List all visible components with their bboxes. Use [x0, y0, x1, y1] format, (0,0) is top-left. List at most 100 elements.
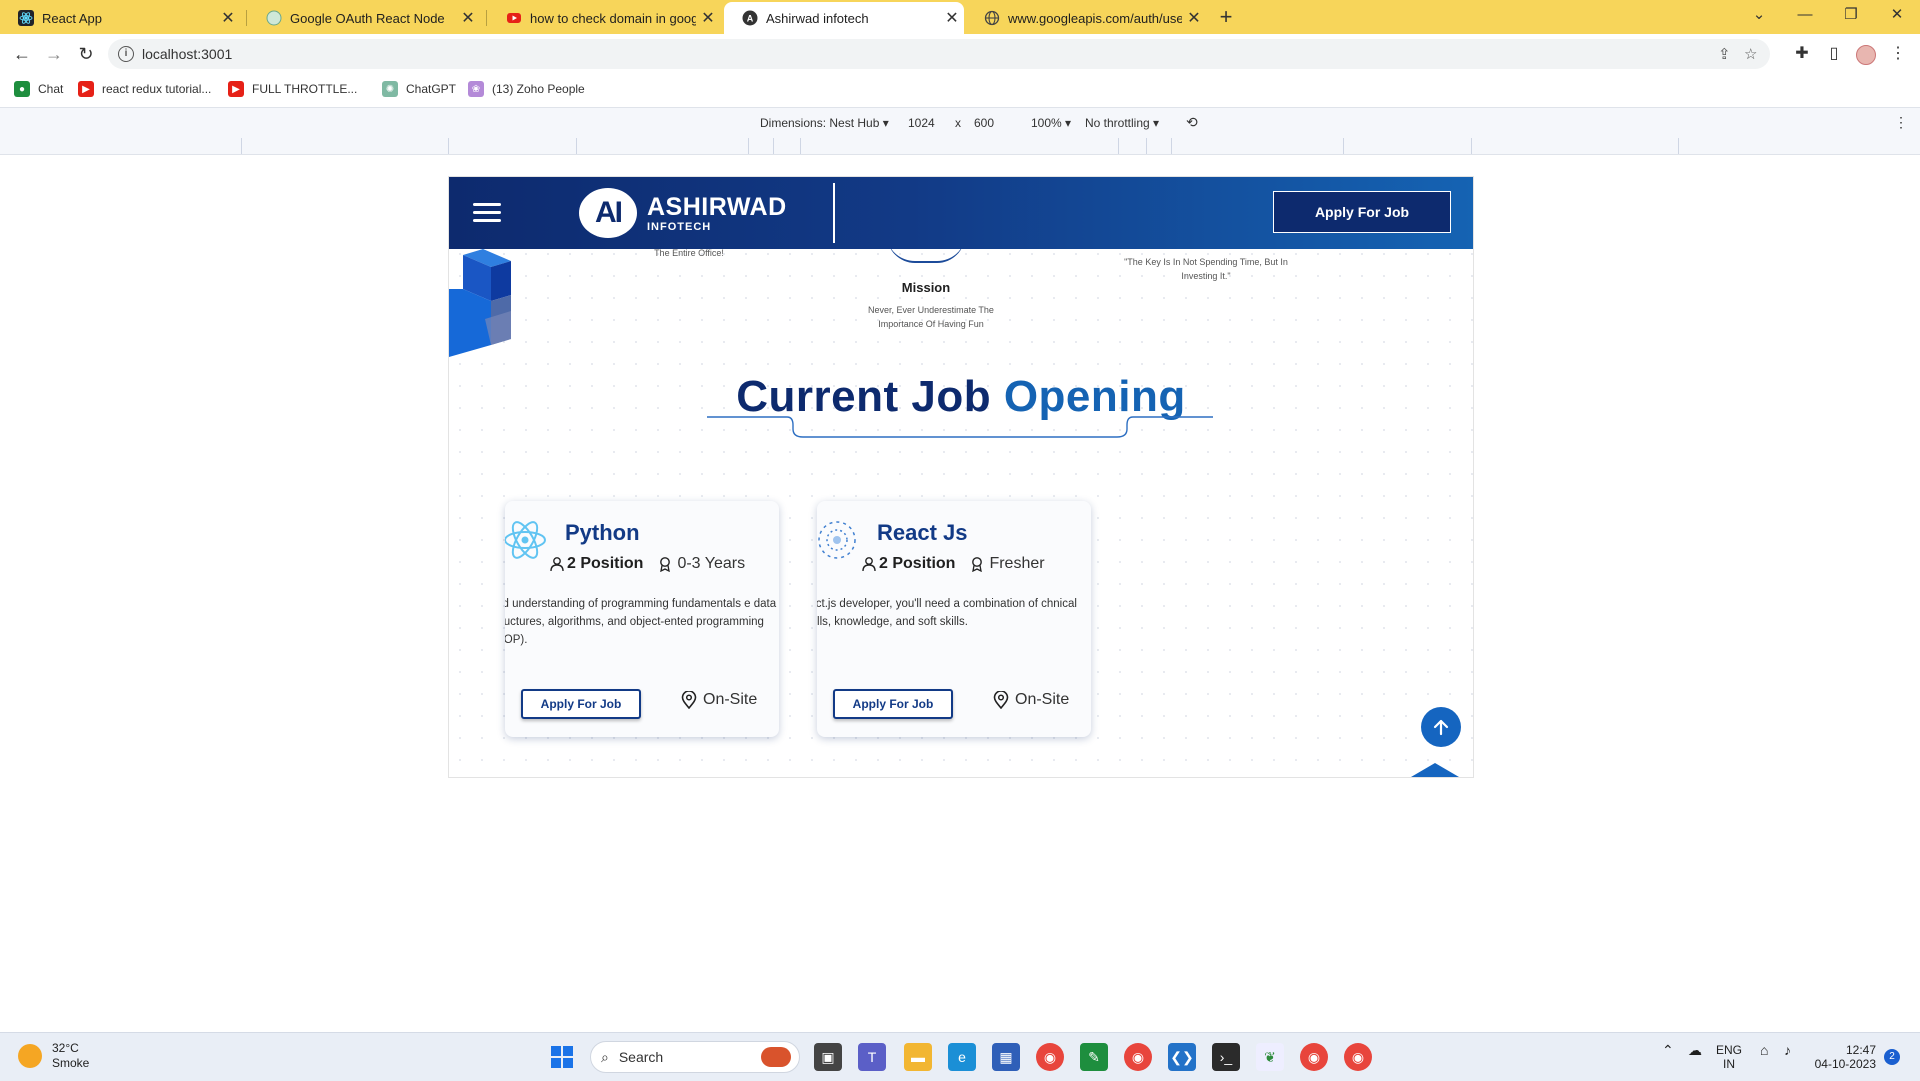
times-sign: x [955, 116, 961, 130]
media-query-ruler[interactable] [0, 138, 1920, 155]
language-indicator[interactable]: ENG IN [1716, 1043, 1742, 1071]
forward-button[interactable]: → [42, 42, 66, 66]
windows-start-icon[interactable] [548, 1043, 576, 1071]
close-tab-icon[interactable]: ✕ [696, 8, 720, 28]
side-panel-icon[interactable]: ▯ [1822, 42, 1846, 66]
minimize-button[interactable]: — [1782, 0, 1828, 30]
menu-kebab-icon[interactable]: ⋮ [1886, 42, 1910, 66]
clock-time: 12:47 [1845, 1043, 1876, 1057]
scroll-to-top-button[interactable] [1421, 707, 1461, 747]
address-bar[interactable]: i localhost:3001 ⇪ ☆ [108, 39, 1770, 69]
edge-icon[interactable]: e [948, 1043, 976, 1071]
vscode-icon[interactable]: ❮❯ [1168, 1043, 1196, 1071]
tray-overflow-icon[interactable]: ⌃ [1662, 1043, 1674, 1057]
throttling-select[interactable]: No throttling ▾ [1085, 116, 1159, 130]
clock[interactable]: 12:47 04-10-2023 [1812, 1043, 1876, 1071]
chrome-profile-icon[interactable]: ◉ [1124, 1043, 1152, 1071]
reload-button[interactable]: ↻ [74, 42, 98, 66]
tab-strip: React App ✕ Google OAuth React Node ✕ ho… [0, 0, 1920, 34]
teams-icon[interactable]: T [858, 1043, 886, 1071]
weather-widget[interactable]: 32°C Smoke [18, 1041, 89, 1071]
youtube-icon [506, 10, 522, 26]
terminal-icon[interactable]: ›_ [1212, 1043, 1240, 1071]
device-toolbar: Dimensions: Nest Hub ▾ 1024 x 600 100% ▾… [0, 107, 1920, 139]
store-icon[interactable]: ▦ [992, 1043, 1020, 1071]
bookmark-full-throttle[interactable]: ▶ FULL THROTTLE... [228, 81, 357, 97]
tab-title: React App [42, 10, 102, 26]
back-button[interactable]: ← [10, 42, 34, 66]
task-view-icon[interactable]: ▣ [814, 1043, 842, 1071]
tab-search-icon[interactable]: ⌄ [1736, 0, 1782, 30]
job-positions: 2 Position [879, 555, 956, 572]
tab-youtube-domain[interactable]: how to check domain in google ✕ [488, 2, 720, 34]
bookmark-label: FULL THROTTLE... [252, 82, 358, 96]
job-title: React Js [877, 520, 968, 545]
header-apply-button[interactable]: Apply For Job [1273, 191, 1451, 233]
job-location-text: On-Site [1015, 691, 1070, 708]
job-location-text: On-Site [703, 691, 758, 708]
decorative-triangle [1411, 763, 1459, 777]
chat-app-icon[interactable]: ✎ [1080, 1043, 1108, 1071]
close-tab-icon[interactable]: ✕ [456, 8, 480, 28]
device-menu-kebab-icon[interactable]: ⋮ [1894, 114, 1908, 131]
site-info-icon[interactable]: i [118, 46, 134, 62]
bookmark-label: (13) Zoho People [492, 82, 585, 96]
close-window-button[interactable]: ✕ [1874, 0, 1920, 30]
extensions-icon[interactable]: ✚ [1790, 42, 1814, 66]
tab-ashirwad-infotech[interactable]: A Ashirwad infotech ✕ [724, 2, 964, 34]
file-explorer-icon[interactable]: ▬ [904, 1043, 932, 1071]
browser-toolbar: ← → ↻ i localhost:3001 ⇪ ☆ ✚ ▯ ⋮ [0, 34, 1920, 74]
bookmark-chatgpt[interactable]: ✺ ChatGPT [382, 81, 456, 97]
hamburger-menu-icon[interactable] [473, 203, 501, 223]
bookmark-chat[interactable]: ● Chat [14, 81, 63, 97]
region-code: IN [1723, 1057, 1735, 1071]
zoom-select[interactable]: 100% ▾ [1031, 116, 1071, 130]
tab-google-oauth[interactable]: Google OAuth React Node ✕ [248, 2, 480, 34]
bookmark-react-redux[interactable]: ▶ react redux tutorial... [78, 81, 211, 97]
taskbar-search[interactable]: ⌕ Search [590, 1041, 800, 1073]
restore-button[interactable]: ❐ [1828, 0, 1874, 30]
site-logo[interactable]: AI ASHIRWAD INFOTECH [579, 183, 787, 243]
share-icon[interactable]: ⇪ [1718, 45, 1731, 63]
device-dimensions-select[interactable]: Dimensions: Nest Hub ▾ [760, 116, 889, 130]
close-tab-icon[interactable]: ✕ [216, 8, 240, 28]
device-width-input[interactable]: 1024 [908, 116, 935, 130]
profile-avatar[interactable] [1856, 45, 1876, 65]
bookmark-star-icon[interactable]: ☆ [1744, 45, 1757, 63]
close-tab-icon[interactable]: ✕ [940, 8, 964, 28]
react-atom-icon [505, 521, 546, 559]
logo-mark: AI [579, 188, 637, 238]
volume-icon[interactable]: ♪ [1784, 1043, 1791, 1057]
network-icon[interactable]: ⌂ [1760, 1043, 1768, 1057]
zoho-icon: ❀ [468, 81, 484, 97]
tab-title: how to check domain in google [530, 10, 696, 26]
tab-react-app[interactable]: React App ✕ [0, 2, 240, 34]
url-text: localhost:3001 [142, 46, 233, 62]
mongodb-icon[interactable]: ❦ [1256, 1043, 1284, 1071]
tab-googleapis[interactable]: www.googleapis.com/auth/user ✕ [966, 2, 1206, 34]
award-icon [660, 557, 671, 572]
search-highlight-icon [761, 1047, 791, 1067]
chrome-profile-2-icon[interactable]: ◉ [1300, 1043, 1328, 1071]
arrow-up-icon [1433, 719, 1449, 736]
onedrive-icon[interactable]: ☁ [1688, 1043, 1702, 1057]
notification-badge[interactable]: 2 [1884, 1049, 1900, 1065]
bookmark-label: Chat [38, 82, 64, 96]
rotate-icon[interactable]: ⟲ [1186, 114, 1198, 131]
job-apply-button[interactable]: Apply For Job [833, 689, 953, 719]
device-height-input[interactable]: 600 [974, 116, 994, 130]
chrome-profile-3-icon[interactable]: ◉ [1344, 1043, 1372, 1071]
job-title: Python [565, 520, 640, 545]
zoom-value: 100% [1031, 116, 1062, 130]
taskbar: 32°C Smoke ⌕ Search ▣ T ▬ e ▦ ◉ ✎ ◉ ❮❯ ›… [0, 1032, 1920, 1081]
job-description: eact.js developer, you'll need a combina… [817, 598, 1077, 628]
chatgpt-icon: ✺ [382, 81, 398, 97]
new-tab-button[interactable]: + [1214, 4, 1238, 30]
youtube-icon: ▶ [78, 81, 94, 97]
close-tab-icon[interactable]: ✕ [1182, 8, 1206, 28]
job-apply-button[interactable]: Apply For Job [521, 689, 641, 719]
chrome-icon[interactable]: ◉ [1036, 1043, 1064, 1071]
bookmark-zoho-people[interactable]: ❀ (13) Zoho People [468, 81, 585, 97]
react-icon [18, 10, 34, 26]
bookmark-label: react redux tutorial... [102, 82, 212, 96]
